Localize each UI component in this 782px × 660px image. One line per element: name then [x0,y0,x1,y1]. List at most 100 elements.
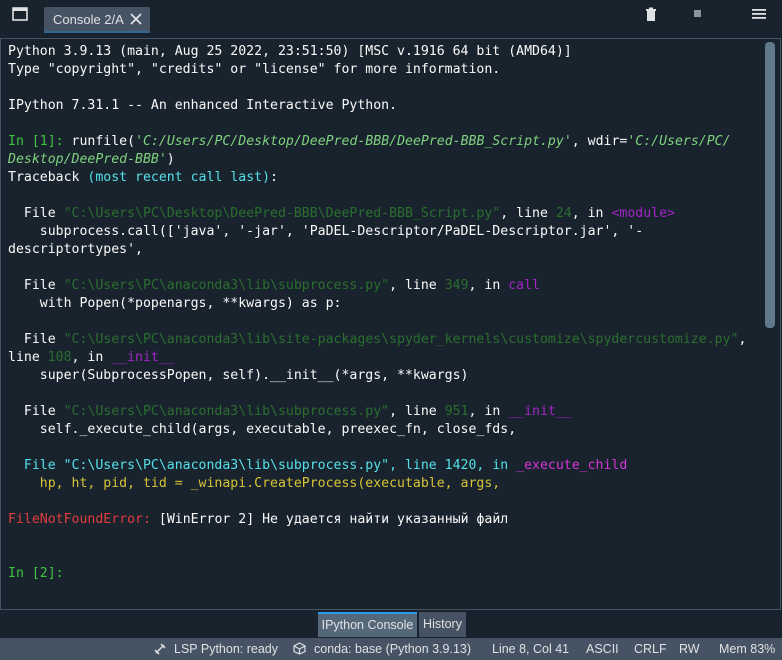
console-line: File "C:\Users\PC\anaconda3\lib\subproce… [8,457,760,475]
console-token: super(SubprocessPopen, self).__init__(*a… [8,368,469,383]
lsp-status[interactable]: LSP Python: ready [174,642,278,656]
console-token: 108 [47,350,72,365]
console-token: __init__ [111,350,175,365]
console-token: , line [389,278,445,293]
status-bar: LSP Python: ready conda: base (Python 3.… [0,638,782,660]
console-line: File "C:\Users\PC\Desktop\DeePred-BBB\De… [8,205,760,223]
console-line: Desktop/DeePred-BBB') [8,151,760,169]
console-token: <module> [611,206,675,221]
console-token: runfile( [71,134,136,149]
lsp-icon [154,643,166,655]
console-line: line 108, in __init__ [8,349,760,367]
ipython-console[interactable]: Python 3.9.13 (main, Aug 25 2022, 23:51:… [0,38,781,610]
memory-status: Mem 83% [719,642,776,656]
console-line: hp, ht, pid, tid = _winapi.CreateProcess… [8,475,760,493]
console-token: FileNotFoundError [8,512,143,527]
console-token: , in [468,278,509,293]
console-token: File [8,278,64,293]
console-tab-label: Console 2/A [53,12,124,27]
console-line: subprocess.call(['java', '-jar', 'PaDEL-… [8,223,760,241]
console-token: with Popen(*popenargs, **kwargs) as p: [8,296,342,311]
console-token: : [142,512,159,527]
console-token: hp, ht, pid, tid = _winapi.CreateProcess… [8,476,501,491]
console-token: , line [500,206,556,221]
console-token: IPython 7.31.1 -- An enhanced Interactiv… [8,98,398,113]
console-token: 2 [39,566,48,581]
trash-icon[interactable] [644,7,658,23]
console-token: 24 [555,206,572,221]
close-icon[interactable] [129,12,143,26]
tab-ipython-console-label: IPython Console [321,618,414,632]
console-token: subprocess.call(['java', '-jar', 'PaDEL-… [8,224,644,239]
console-line: IPython 7.31.1 -- An enhanced Interactiv… [8,97,760,115]
console-token: 349 [444,278,469,293]
console-line: In [1]: runfile('C:/Users/PC/Desktop/Dee… [8,133,760,151]
console-token: Python 3.9.13 (main, Aug 25 2022, 23:51:… [8,44,572,59]
console-token: , [738,332,747,347]
console-token: File [8,332,64,347]
console-line: self._execute_child(args, executable, pr… [8,421,760,439]
console-token: line [8,350,48,365]
conda-status[interactable]: conda: base (Python 3.9.13) [314,642,471,656]
console-output[interactable]: Python 3.9.13 (main, Aug 25 2022, 23:51:… [8,43,760,583]
console-token: 'C:/Users/PC/ [627,134,731,149]
console-token: Traceback [8,170,88,185]
console-line: Type "copyright", "credits" or "license"… [8,61,760,79]
pane-toggle-icon[interactable] [11,5,29,23]
console-token: "C:\Users\PC\Desktop\DeePred-BBB\DeePred… [63,206,501,221]
console-token: , in [571,206,612,221]
console-token: ]: [47,134,72,149]
tab-ipython-console[interactable]: IPython Console [318,612,417,637]
console-token: descriptortypes', [8,242,143,257]
console-token: 'C:/Users/PC/Desktop/DeePred-BBB/DeePred… [135,134,572,149]
tab-history-label: History [423,617,462,631]
console-token: In [ [8,134,40,149]
console-token: "C:\Users\PC\anaconda3\lib\subprocess.py… [63,404,390,419]
console-token: Desktop/DeePred-BBB' [8,152,167,167]
console-token: "C:\Users\PC\anaconda3\lib\site-packages… [63,332,739,347]
console-line: File "C:\Users\PC\anaconda3\lib\site-pac… [8,331,760,349]
scrollbar-thumb[interactable] [765,42,775,328]
eol-status: CRLF [634,642,667,656]
console-line: File "C:\Users\PC\anaconda3\lib\subproce… [8,277,760,295]
console-token: : [270,170,278,185]
console-token: (most recent call last) [87,170,271,185]
console-line: Traceback (most recent call last): [8,169,760,187]
console-token: __init__ [508,404,572,419]
console-token: 1 [39,134,48,149]
console-token: File [8,404,64,419]
console-token: In [ [8,566,40,581]
console-token: , wdir= [571,134,628,149]
console-token: call [508,278,540,293]
encoding-status: ASCII [586,642,619,656]
console-token: Type "copyright", "credits" or "license"… [8,62,501,77]
console-token: , in [468,404,509,419]
tab-history[interactable]: History [419,612,466,637]
console-line: super(SubprocessPopen, self).__init__(*a… [8,367,760,385]
console-token: File [8,206,64,221]
console-token: [WinError 2] Не удается найти указанный … [158,512,509,527]
console-token: "C:\Users\PC\anaconda3\lib\subprocess.py… [63,278,390,293]
console-line: Python 3.9.13 (main, Aug 25 2022, 23:51:… [8,43,760,61]
top-tab-bar: Console 2/A [0,0,782,38]
console-line: In [2]: [8,565,760,583]
console-token: _execute_child [516,458,628,473]
console-token: ]: [47,566,64,581]
console-token: File "C:\Users\PC\anaconda3\lib\subproce… [8,458,517,473]
cursor-position: Line 8, Col 41 [492,642,570,656]
console-line: FileNotFoundError: [WinError 2] Не удает… [8,511,760,529]
console-line: with Popen(*popenargs, **kwargs) as p: [8,295,760,313]
console-token: ) [166,152,175,167]
console-tab[interactable]: Console 2/A [44,7,150,33]
stop-icon[interactable] [693,9,703,19]
menu-icon[interactable] [752,8,766,20]
